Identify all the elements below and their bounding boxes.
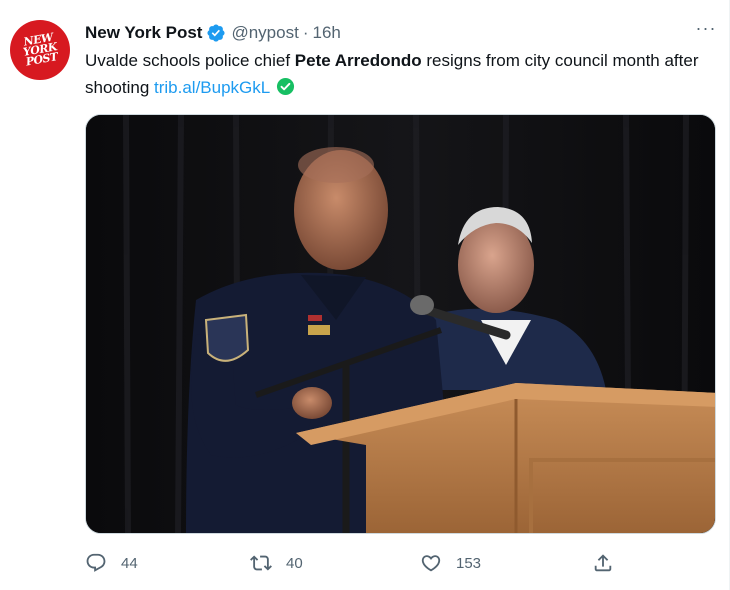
share-button[interactable] bbox=[592, 548, 614, 578]
tweet-link[interactable]: trib.al/BupkGkL bbox=[154, 78, 270, 97]
separator-dot: · bbox=[302, 23, 309, 42]
reply-icon bbox=[86, 553, 106, 572]
like-count: 153 bbox=[456, 554, 482, 572]
retweet-count: 40 bbox=[286, 554, 303, 572]
tweet-actions: 44 40 153 bbox=[85, 548, 625, 578]
author-handle[interactable]: @nypost bbox=[231, 23, 298, 43]
like-icon bbox=[421, 555, 441, 572]
text-prefix: Uvalde schools police chief bbox=[85, 51, 295, 70]
avatar[interactable]: NEW YORK POST bbox=[10, 20, 70, 80]
text-bold-name: Pete Arredondo bbox=[294, 51, 422, 70]
verified-badge-icon bbox=[207, 24, 226, 42]
author-name[interactable]: New York Post bbox=[85, 23, 202, 43]
tweet-header: New York Post @nypost · 16h bbox=[85, 21, 341, 45]
retweet-icon bbox=[250, 555, 272, 571]
retweet-button[interactable]: 40 bbox=[250, 548, 303, 578]
link-check-icon bbox=[277, 77, 295, 96]
share-icon bbox=[594, 554, 612, 572]
tweet-media-photo[interactable] bbox=[85, 114, 716, 534]
nypost-logo: NEW YORK POST bbox=[21, 30, 59, 69]
like-button[interactable]: 153 bbox=[420, 548, 481, 578]
press-conference-photo bbox=[86, 115, 715, 533]
timestamp[interactable]: 16h bbox=[313, 23, 341, 43]
tweet[interactable]: NEW YORK POST New York Post @nypost · 16… bbox=[0, 0, 730, 590]
more-icon[interactable]: ··· bbox=[694, 19, 718, 42]
tweet-text: Uvalde schools police chief Pete Arredon… bbox=[85, 47, 705, 101]
reply-count: 44 bbox=[121, 554, 138, 572]
reply-button[interactable]: 44 bbox=[85, 548, 138, 578]
